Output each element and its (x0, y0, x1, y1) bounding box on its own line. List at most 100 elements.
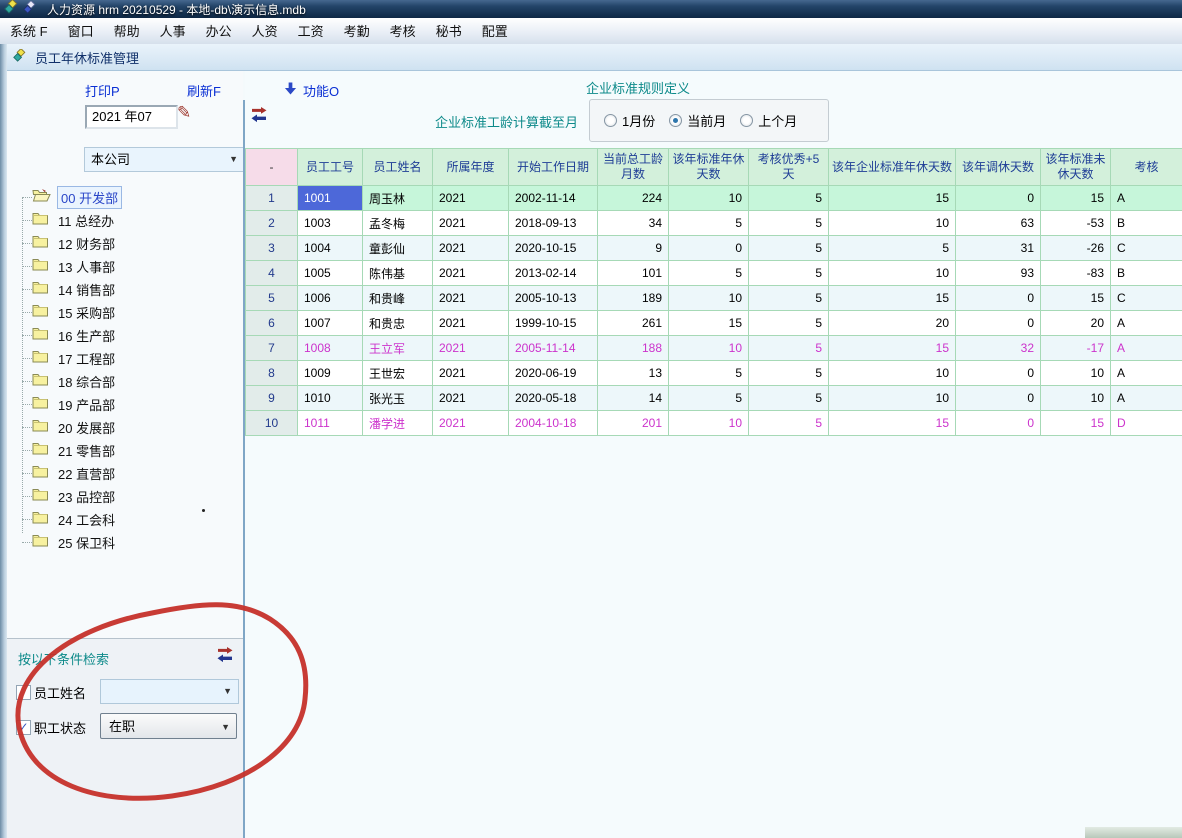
cell-adjust[interactable]: 93 (956, 261, 1041, 286)
row-number-cell[interactable]: 9 (246, 386, 298, 411)
tree-item-13[interactable]: 13 人事部 (10, 255, 240, 278)
cell-bonus[interactable]: 5 (749, 286, 829, 311)
table-row[interactable]: 31004童彭仙20212020-10-15905531-26C (246, 236, 1182, 261)
cell-months[interactable]: 189 (598, 286, 669, 311)
cell-months[interactable]: 261 (598, 311, 669, 336)
cell-adjust[interactable]: 0 (956, 311, 1041, 336)
table-row[interactable]: 21003孟冬梅20212018-09-1334551063-53B (246, 211, 1182, 236)
cell-grade[interactable]: C (1111, 236, 1182, 261)
cell-start[interactable]: 2002-11-14 (509, 186, 598, 211)
company-select[interactable]: 本公司 ▼ (84, 147, 244, 172)
column-header[interactable]: 考核优秀+5天 (749, 149, 829, 186)
cell-name[interactable]: 和贵忠 (363, 311, 433, 336)
menu-item[interactable]: 秘书 (426, 19, 472, 44)
cell-company_std[interactable]: 10 (829, 261, 956, 286)
cell-bonus[interactable]: 5 (749, 386, 829, 411)
column-header[interactable]: 该年调休天数 (956, 149, 1041, 186)
cell-unused[interactable]: -53 (1041, 211, 1111, 236)
print-button[interactable]: 打印P (85, 81, 120, 100)
cell-name[interactable]: 和贵峰 (363, 286, 433, 311)
cell-unused[interactable]: -26 (1041, 236, 1111, 261)
tree-item-18[interactable]: 18 综合部 (10, 370, 240, 393)
tree-item-15[interactable]: 15 采购部 (10, 301, 240, 324)
tree-item-14[interactable]: 14 销售部 (10, 278, 240, 301)
cell-months[interactable]: 13 (598, 361, 669, 386)
cell-std[interactable]: 5 (669, 211, 749, 236)
tree-item-16[interactable]: 16 生产部 (10, 324, 240, 347)
radio-option-当前月[interactable]: 当前月 (669, 111, 726, 130)
cell-unused[interactable]: 15 (1041, 186, 1111, 211)
table-row[interactable]: 61007和贵忠20211999-10-1526115520020A (246, 311, 1182, 336)
cell-year[interactable]: 2021 (433, 186, 509, 211)
cell-start[interactable]: 2005-10-13 (509, 286, 598, 311)
radio-checked-icon[interactable] (669, 114, 682, 127)
cell-year[interactable]: 2021 (433, 236, 509, 261)
tree-item-19[interactable]: 19 产品部 (10, 393, 240, 416)
menu-item[interactable]: 帮助 (104, 19, 150, 44)
table-row[interactable]: 51006和贵峰20212005-10-1318910515015C (246, 286, 1182, 311)
cell-company_std[interactable]: 20 (829, 311, 956, 336)
cell-unused[interactable]: 15 (1041, 411, 1111, 436)
cell-std[interactable]: 10 (669, 411, 749, 436)
refresh-button[interactable]: 刷新F (187, 81, 221, 100)
row-number-cell[interactable]: 3 (246, 236, 298, 261)
column-header[interactable]: - (246, 149, 298, 186)
cell-name[interactable]: 陈伟基 (363, 261, 433, 286)
swap-arrows-icon[interactable] (250, 107, 268, 128)
cell-company_std[interactable]: 10 (829, 361, 956, 386)
cell-start[interactable]: 2020-06-19 (509, 361, 598, 386)
cell-year[interactable]: 2021 (433, 261, 509, 286)
table-row[interactable]: 91010张光玉20212020-05-18145510010A (246, 386, 1182, 411)
cell-company_std[interactable]: 10 (829, 211, 956, 236)
cell-bonus[interactable]: 5 (749, 336, 829, 361)
cell-id[interactable]: 1007 (298, 311, 363, 336)
table-row[interactable]: 101011潘学进20212004-10-1820110515015D (246, 411, 1182, 436)
menu-item[interactable]: 工资 (288, 19, 334, 44)
tree-item-17[interactable]: 17 工程部 (10, 347, 240, 370)
cell-grade[interactable]: A (1111, 386, 1182, 411)
cell-name[interactable]: 潘学进 (363, 411, 433, 436)
cell-company_std[interactable]: 5 (829, 236, 956, 261)
cell-id[interactable]: 1009 (298, 361, 363, 386)
column-header[interactable]: 员工姓名 (363, 149, 433, 186)
cell-id[interactable]: 1008 (298, 336, 363, 361)
table-row[interactable]: 11001周玉林20212002-11-1422410515015A (246, 186, 1182, 211)
cell-year[interactable]: 2021 (433, 411, 509, 436)
radio-option-上个月[interactable]: 上个月 (740, 111, 797, 130)
cell-std[interactable]: 10 (669, 186, 749, 211)
cell-company_std[interactable]: 15 (829, 186, 956, 211)
cell-bonus[interactable]: 5 (749, 186, 829, 211)
cell-months[interactable]: 188 (598, 336, 669, 361)
cell-start[interactable]: 1999-10-15 (509, 311, 598, 336)
cell-id[interactable]: 1010 (298, 386, 363, 411)
cell-id[interactable]: 1011 (298, 411, 363, 436)
column-header[interactable]: 所属年度 (433, 149, 509, 186)
tree-item-11[interactable]: 11 总经办 (10, 209, 240, 232)
cell-std[interactable]: 0 (669, 236, 749, 261)
edit-pencil-icon[interactable]: ✎ (177, 103, 191, 123)
cell-unused[interactable]: -83 (1041, 261, 1111, 286)
row-number-cell[interactable]: 6 (246, 311, 298, 336)
row-number-cell[interactable]: 5 (246, 286, 298, 311)
cell-adjust[interactable]: 0 (956, 386, 1041, 411)
cell-name[interactable]: 孟冬梅 (363, 211, 433, 236)
menu-item[interactable]: 考核 (380, 19, 426, 44)
cell-months[interactable]: 34 (598, 211, 669, 236)
cell-months[interactable]: 9 (598, 236, 669, 261)
cell-bonus[interactable]: 5 (749, 311, 829, 336)
cell-id[interactable]: 1005 (298, 261, 363, 286)
cell-grade[interactable]: B (1111, 261, 1182, 286)
cell-start[interactable]: 2018-09-13 (509, 211, 598, 236)
radio-icon[interactable] (740, 114, 753, 127)
menu-item[interactable]: 系统 F (0, 19, 58, 44)
cell-bonus[interactable]: 5 (749, 411, 829, 436)
cell-adjust[interactable]: 32 (956, 336, 1041, 361)
cell-id[interactable]: 1004 (298, 236, 363, 261)
swap-arrows-icon[interactable] (216, 647, 234, 668)
cell-std[interactable]: 5 (669, 386, 749, 411)
cell-start[interactable]: 2020-10-15 (509, 236, 598, 261)
filter-select-name[interactable]: ▼ (100, 679, 239, 704)
cell-start[interactable]: 2005-11-14 (509, 336, 598, 361)
column-header[interactable]: 该年标准未休天数 (1041, 149, 1111, 186)
cell-year[interactable]: 2021 (433, 386, 509, 411)
